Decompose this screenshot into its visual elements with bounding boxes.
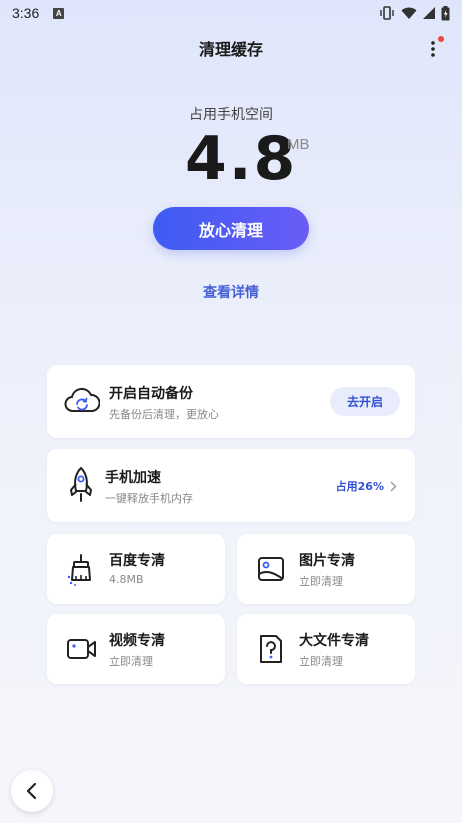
wifi-icon — [401, 7, 417, 19]
video-camera-icon — [67, 639, 96, 659]
grid-item-subtitle: 立即清理 — [299, 655, 343, 668]
usage-unit: MB — [287, 136, 310, 153]
auto-backup-card[interactable]: 开启自动备份 先备份后清理，更放心 去开启 — [47, 365, 415, 438]
speedup-title: 手机加速 — [105, 470, 161, 486]
view-details-link[interactable]: 查看详情 — [0, 282, 462, 302]
rocket-icon — [70, 467, 92, 502]
status-bar: 3:36 A — [0, 0, 462, 26]
chevron-right-icon — [390, 481, 397, 491]
memory-usage-text: 占用26% — [335, 480, 384, 493]
grid-item-subtitle: 立即清理 — [299, 575, 343, 588]
status-icons — [379, 5, 450, 21]
usage-value: 4.8 — [185, 124, 298, 194]
grid-item-subtitle: 4.8MB — [109, 573, 144, 586]
grid-item-subtitle: 立即清理 — [109, 655, 153, 668]
signal-icon — [423, 7, 435, 19]
image-icon — [258, 557, 284, 581]
memory-usage[interactable]: 占用26% — [336, 478, 397, 494]
usage-label: 占用手机空间 — [189, 107, 273, 123]
back-button[interactable] — [11, 770, 53, 812]
backup-subtitle: 先备份后清理，更放心 — [109, 408, 219, 421]
grid-item-title: 百度专清 — [109, 553, 165, 569]
notification-a-icon: A — [53, 7, 65, 19]
enable-backup-button[interactable]: 去开启 — [330, 387, 400, 416]
page-title: 清理缓存 — [198, 40, 263, 59]
broom-icon — [67, 554, 91, 586]
phone-speedup-card[interactable]: 手机加速 一键释放手机内存 占用26% — [47, 449, 415, 522]
battery-icon — [441, 5, 450, 20]
grid-item-title: 大文件专清 — [299, 633, 369, 649]
clean-button[interactable]: 放心清理 — [153, 207, 309, 250]
status-time: 3:36 — [12, 5, 40, 21]
speedup-subtitle: 一键释放手机内存 — [105, 492, 193, 505]
large-file-clean-card[interactable]: 大文件专清 立即清理 — [237, 614, 415, 684]
video-clean-card[interactable]: 视频专清 立即清理 — [47, 614, 225, 684]
more-options-button[interactable] — [428, 36, 444, 60]
grid-item-title: 图片专清 — [299, 553, 355, 569]
cloud-sync-icon — [64, 387, 100, 412]
image-clean-card[interactable]: 图片专清 立即清理 — [237, 534, 415, 604]
header: 清理缓存 — [0, 26, 462, 70]
question-file-icon — [260, 635, 282, 663]
baidu-clean-card[interactable]: 百度专清 4.8MB — [47, 534, 225, 604]
backup-title: 开启自动备份 — [109, 386, 193, 402]
chevron-left-icon — [26, 782, 37, 800]
grid-item-title: 视频专清 — [109, 633, 165, 649]
vibrate-icon — [380, 6, 394, 20]
notification-badge — [438, 36, 444, 42]
